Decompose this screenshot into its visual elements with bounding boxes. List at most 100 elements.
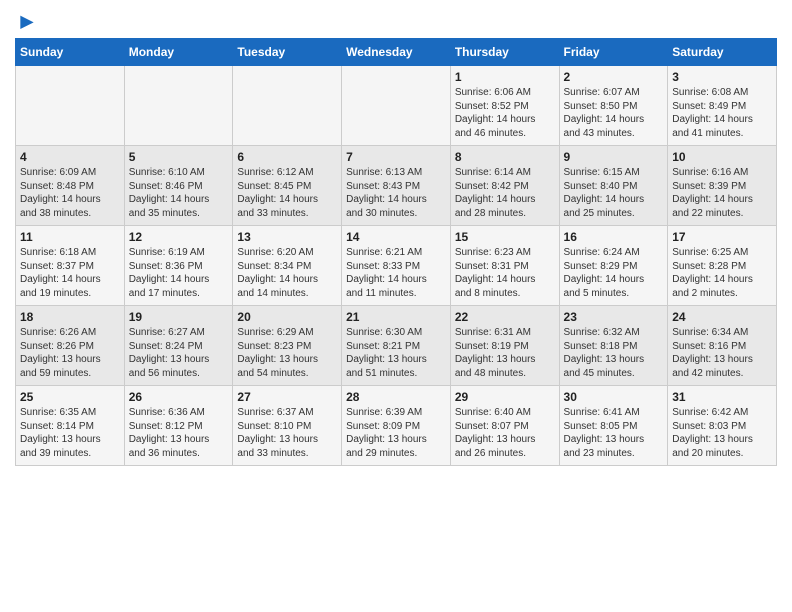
- day-detail: Sunrise: 6:27 AM Sunset: 8:24 PM Dayligh…: [129, 327, 210, 379]
- day-number: 2: [564, 70, 664, 84]
- day-number: 15: [455, 230, 555, 244]
- logo-flag-icon: [17, 14, 37, 34]
- day-detail: Sunrise: 6:31 AM Sunset: 8:19 PM Dayligh…: [455, 327, 536, 379]
- logo: [15, 14, 37, 30]
- day-detail: Sunrise: 6:20 AM Sunset: 8:34 PM Dayligh…: [237, 247, 318, 299]
- day-detail: Sunrise: 6:39 AM Sunset: 8:09 PM Dayligh…: [346, 407, 427, 459]
- calendar-cell: 5Sunrise: 6:10 AM Sunset: 8:46 PM Daylig…: [124, 146, 233, 226]
- day-detail: Sunrise: 6:42 AM Sunset: 8:03 PM Dayligh…: [672, 407, 753, 459]
- day-number: 27: [237, 390, 337, 404]
- day-number: 22: [455, 310, 555, 324]
- day-number: 12: [129, 230, 229, 244]
- calendar-cell: 26 Sunrise: 6:36 AM Sunset: 8:12 PM Dayli…: [124, 386, 233, 466]
- calendar-cell: 7Sunrise: 6:13 AM Sunset: 8:43 PM Daylig…: [342, 146, 451, 226]
- day-number: 1: [455, 70, 555, 84]
- day-detail: Sunrise: 6:23 AM Sunset: 8:31 PM Dayligh…: [455, 247, 536, 299]
- calendar-cell: 10 Sunrise: 6:16 AM Sunset: 8:39 PM Dayli…: [668, 146, 777, 226]
- day-detail: Sunrise: 6:37 AM Sunset: 8:10 PM Dayligh…: [237, 407, 318, 459]
- calendar-cell: 2Sunrise: 6:07 AM Sunset: 8:50 PM Daylig…: [559, 66, 668, 146]
- calendar-cell: 17 Sunrise: 6:25 AM Sunset: 8:28 PM Dayli…: [668, 226, 777, 306]
- calendar-cell: 18 Sunrise: 6:26 AM Sunset: 8:26 PM Dayli…: [16, 306, 125, 386]
- calendar-cell: 1 Sunrise: 6:06 AM Sunset: 8:52 PM Daylig…: [450, 66, 559, 146]
- day-number: 14: [346, 230, 446, 244]
- day-detail: Sunrise: 6:10 AM Sunset: 8:46 PM Dayligh…: [129, 167, 210, 219]
- day-detail: Sunrise: 6:12 AM Sunset: 8:45 PM Dayligh…: [237, 167, 318, 219]
- calendar-cell: 14 Sunrise: 6:21 AM Sunset: 8:33 PM Dayli…: [342, 226, 451, 306]
- day-number: 13: [237, 230, 337, 244]
- day-detail: Sunrise: 6:25 AM Sunset: 8:28 PM Dayligh…: [672, 247, 753, 299]
- calendar-cell: [124, 66, 233, 146]
- calendar-week-row: 25Sunrise: 6:35 AM Sunset: 8:14 PM Dayli…: [16, 386, 777, 466]
- calendar-cell: 24 Sunrise: 6:34 AM Sunset: 8:16 PM Dayli…: [668, 306, 777, 386]
- day-number: 31: [672, 390, 772, 404]
- day-number: 11: [20, 230, 120, 244]
- day-detail: Sunrise: 6:16 AM Sunset: 8:39 PM Dayligh…: [672, 167, 753, 219]
- day-detail: Sunrise: 6:26 AM Sunset: 8:26 PM Dayligh…: [20, 327, 101, 379]
- day-detail: Sunrise: 6:21 AM Sunset: 8:33 PM Dayligh…: [346, 247, 427, 299]
- day-number: 23: [564, 310, 664, 324]
- day-number: 26: [129, 390, 229, 404]
- day-detail: Sunrise: 6:24 AM Sunset: 8:29 PM Dayligh…: [564, 247, 645, 299]
- day-detail: Sunrise: 6:32 AM Sunset: 8:18 PM Dayligh…: [564, 327, 645, 379]
- calendar-cell: 15 Sunrise: 6:23 AM Sunset: 8:31 PM Dayli…: [450, 226, 559, 306]
- day-detail: Sunrise: 6:34 AM Sunset: 8:16 PM Dayligh…: [672, 327, 753, 379]
- day-detail: Sunrise: 6:14 AM Sunset: 8:42 PM Dayligh…: [455, 167, 536, 219]
- day-detail: Sunrise: 6:40 AM Sunset: 8:07 PM Dayligh…: [455, 407, 536, 459]
- day-detail: Sunrise: 6:15 AM Sunset: 8:40 PM Dayligh…: [564, 167, 645, 219]
- calendar-cell: 22 Sunrise: 6:31 AM Sunset: 8:19 PM Dayli…: [450, 306, 559, 386]
- day-number: 28: [346, 390, 446, 404]
- day-number: 10: [672, 150, 772, 164]
- day-detail: Sunrise: 6:29 AM Sunset: 8:23 PM Dayligh…: [237, 327, 318, 379]
- day-detail: Sunrise: 6:09 AM Sunset: 8:48 PM Dayligh…: [20, 167, 101, 219]
- calendar-week-row: 18 Sunrise: 6:26 AM Sunset: 8:26 PM Dayli…: [16, 306, 777, 386]
- weekday-header-thursday: Thursday: [450, 39, 559, 66]
- calendar-cell: 11Sunrise: 6:18 AM Sunset: 8:37 PM Dayli…: [16, 226, 125, 306]
- calendar-cell: 20 Sunrise: 6:29 AM Sunset: 8:23 PM Dayli…: [233, 306, 342, 386]
- calendar-week-row: 4 Sunrise: 6:09 AM Sunset: 8:48 PM Daylig…: [16, 146, 777, 226]
- day-detail: Sunrise: 6:06 AM Sunset: 8:52 PM Dayligh…: [455, 87, 536, 139]
- calendar-cell: 13 Sunrise: 6:20 AM Sunset: 8:34 PM Dayli…: [233, 226, 342, 306]
- day-number: 6: [237, 150, 337, 164]
- day-detail: Sunrise: 6:36 AM Sunset: 8:12 PM Dayligh…: [129, 407, 210, 459]
- weekday-header-friday: Friday: [559, 39, 668, 66]
- day-detail: Sunrise: 6:08 AM Sunset: 8:49 PM Dayligh…: [672, 87, 753, 139]
- day-detail: Sunrise: 6:35 AM Sunset: 8:14 PM Dayligh…: [20, 407, 101, 459]
- calendar-cell: 21 Sunrise: 6:30 AM Sunset: 8:21 PM Dayli…: [342, 306, 451, 386]
- day-detail: Sunrise: 6:41 AM Sunset: 8:05 PM Dayligh…: [564, 407, 645, 459]
- weekday-header-saturday: Saturday: [668, 39, 777, 66]
- calendar-week-row: 11Sunrise: 6:18 AM Sunset: 8:37 PM Dayli…: [16, 226, 777, 306]
- calendar-cell: 29 Sunrise: 6:40 AM Sunset: 8:07 PM Dayli…: [450, 386, 559, 466]
- day-number: 21: [346, 310, 446, 324]
- calendar-table: SundayMondayTuesdayWednesdayThursdayFrid…: [15, 38, 777, 466]
- day-number: 19: [129, 310, 229, 324]
- calendar-cell: 27 Sunrise: 6:37 AM Sunset: 8:10 PM Dayli…: [233, 386, 342, 466]
- day-number: 18: [20, 310, 120, 324]
- weekday-header-wednesday: Wednesday: [342, 39, 451, 66]
- weekday-header-tuesday: Tuesday: [233, 39, 342, 66]
- calendar-cell: 31 Sunrise: 6:42 AM Sunset: 8:03 PM Dayli…: [668, 386, 777, 466]
- calendar-cell: 25Sunrise: 6:35 AM Sunset: 8:14 PM Dayli…: [16, 386, 125, 466]
- day-number: 20: [237, 310, 337, 324]
- calendar-cell: 16 Sunrise: 6:24 AM Sunset: 8:29 PM Dayli…: [559, 226, 668, 306]
- day-detail: Sunrise: 6:30 AM Sunset: 8:21 PM Dayligh…: [346, 327, 427, 379]
- calendar-cell: 4 Sunrise: 6:09 AM Sunset: 8:48 PM Daylig…: [16, 146, 125, 226]
- calendar-cell: 12Sunrise: 6:19 AM Sunset: 8:36 PM Dayli…: [124, 226, 233, 306]
- day-detail: Sunrise: 6:13 AM Sunset: 8:43 PM Dayligh…: [346, 167, 427, 219]
- day-number: 4: [20, 150, 120, 164]
- weekday-header-sunday: Sunday: [16, 39, 125, 66]
- calendar-body: 1 Sunrise: 6:06 AM Sunset: 8:52 PM Daylig…: [16, 66, 777, 466]
- calendar-week-row: 1 Sunrise: 6:06 AM Sunset: 8:52 PM Daylig…: [16, 66, 777, 146]
- day-number: 24: [672, 310, 772, 324]
- day-number: 17: [672, 230, 772, 244]
- weekday-header-row: SundayMondayTuesdayWednesdayThursdayFrid…: [16, 39, 777, 66]
- calendar-cell: 23 Sunrise: 6:32 AM Sunset: 8:18 PM Dayli…: [559, 306, 668, 386]
- day-number: 16: [564, 230, 664, 244]
- day-number: 29: [455, 390, 555, 404]
- calendar-cell: 6 Sunrise: 6:12 AM Sunset: 8:45 PM Daylig…: [233, 146, 342, 226]
- page-header: [15, 10, 777, 30]
- calendar-cell: 9 Sunrise: 6:15 AM Sunset: 8:40 PM Daylig…: [559, 146, 668, 226]
- calendar-cell: [233, 66, 342, 146]
- calendar-header: SundayMondayTuesdayWednesdayThursdayFrid…: [16, 39, 777, 66]
- day-number: 9: [564, 150, 664, 164]
- calendar-cell: 19 Sunrise: 6:27 AM Sunset: 8:24 PM Dayli…: [124, 306, 233, 386]
